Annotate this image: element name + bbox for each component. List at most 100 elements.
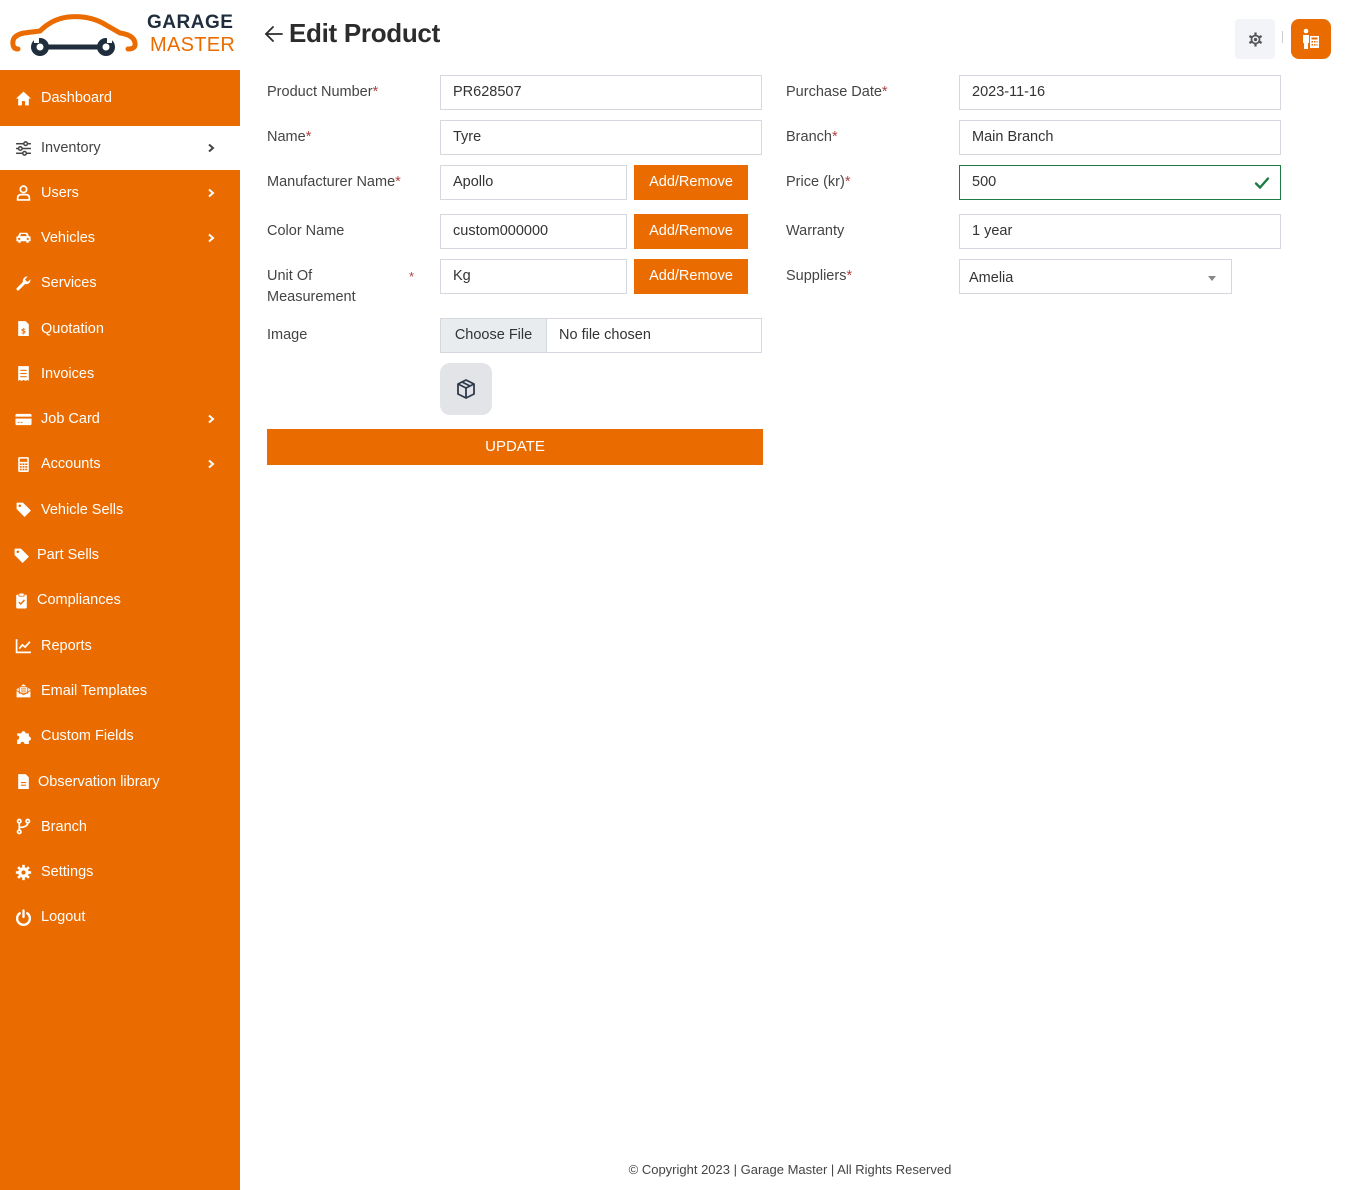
calculator-icon bbox=[13, 455, 33, 473]
header-divider bbox=[1282, 31, 1283, 43]
file-status: No file chosen bbox=[559, 327, 651, 343]
code-branch-icon bbox=[13, 818, 33, 836]
clipboard-check-icon bbox=[11, 591, 31, 609]
chevron-right-icon bbox=[206, 188, 216, 198]
sidebar-item-job-card[interactable]: Job Card bbox=[0, 396, 240, 441]
sidebar-item-part-sells[interactable]: Part Sells bbox=[0, 532, 240, 577]
product-number-input[interactable]: PR628507 bbox=[440, 75, 762, 110]
sidebar-item-settings[interactable]: Settings bbox=[0, 849, 240, 894]
unit-label: Unit Of Measurement bbox=[267, 268, 356, 305]
sidebar-item-branch[interactable]: Branch bbox=[0, 804, 240, 849]
power-icon bbox=[13, 908, 33, 926]
unit-input[interactable]: Kg bbox=[440, 259, 627, 294]
footer-copyright: © Copyright 2023 | Garage Master | All R… bbox=[628, 1162, 952, 1177]
logo[interactable]: GARAGE MASTER bbox=[0, 0, 240, 70]
user-icon bbox=[13, 184, 33, 202]
sidebar-item-label: Email Templates bbox=[41, 682, 148, 699]
chevron-right-icon bbox=[206, 143, 216, 153]
car-icon bbox=[13, 229, 33, 247]
tag-icon bbox=[11, 546, 31, 564]
svg-text:$: $ bbox=[20, 326, 25, 335]
warranty-label: Warranty bbox=[786, 223, 845, 239]
chevron-right-icon bbox=[206, 233, 216, 243]
sidebar-item-vehicles[interactable]: Vehicles bbox=[0, 215, 240, 260]
page-title: Edit Product bbox=[289, 18, 440, 48]
sidebar-item-invoices[interactable]: Invoices bbox=[0, 351, 240, 396]
unit-required-mark: * bbox=[409, 269, 415, 284]
sidebar-item-vehicle-sells[interactable]: Vehicle Sells bbox=[0, 487, 240, 532]
sidebar-item-label: Quotation bbox=[41, 320, 104, 337]
name-input[interactable]: Tyre bbox=[440, 120, 762, 155]
gear-icon bbox=[13, 863, 33, 881]
purchase-date-input[interactable]: 2023-11-16 bbox=[959, 75, 1281, 110]
sidebar-item-services[interactable]: Services bbox=[0, 261, 240, 306]
branch-input[interactable]: Main Branch bbox=[959, 120, 1281, 155]
sidebar-item-label: Part Sells bbox=[37, 547, 100, 564]
arrow-left-icon[interactable] bbox=[263, 23, 285, 45]
suppliers-selected: Amelia bbox=[969, 270, 1014, 286]
sidebar: GARAGE MASTER Dashboard Inventory Users … bbox=[0, 0, 240, 1190]
product-number-label: Product Number* bbox=[267, 84, 379, 100]
sidebar-item-label: Custom Fields bbox=[41, 728, 134, 745]
caret-down-icon bbox=[1208, 276, 1216, 281]
sidebar-item-accounts[interactable]: Accounts bbox=[0, 442, 240, 487]
sidebar-item-dashboard[interactable]: Dashboard bbox=[0, 70, 240, 126]
sidebar-item-label: Services bbox=[41, 275, 97, 292]
sidebar-item-label: Observation library bbox=[38, 773, 160, 790]
purchase-date-label: Purchase Date* bbox=[786, 84, 888, 100]
price-label: Price (kr)* bbox=[786, 174, 851, 190]
manufacturer-add-remove-button[interactable]: Add/Remove bbox=[634, 165, 748, 200]
car-wrench-logo-icon bbox=[10, 14, 138, 56]
wrench-icon bbox=[13, 274, 33, 292]
sidebar-item-label: Compliances bbox=[37, 592, 121, 609]
sidebar-item-label: Reports bbox=[41, 637, 92, 654]
sidebar-item-label: Branch bbox=[41, 818, 87, 835]
sidebar-item-label: Dashboard bbox=[41, 90, 112, 106]
branch-label: Branch* bbox=[786, 129, 838, 145]
sliders-icon bbox=[13, 139, 33, 157]
credit-card-icon bbox=[13, 410, 33, 428]
manufacturer-input[interactable]: Apollo bbox=[440, 165, 627, 200]
price-input[interactable]: 500 bbox=[959, 165, 1281, 200]
sidebar-item-reports[interactable]: Reports bbox=[0, 623, 240, 668]
envelope-open-icon bbox=[13, 682, 33, 700]
sidebar-item-inventory[interactable]: Inventory bbox=[0, 126, 240, 170]
brand-name: GARAGE MASTER bbox=[147, 12, 235, 56]
brand-line1: GARAGE bbox=[147, 12, 234, 33]
suppliers-select[interactable]: Amelia bbox=[959, 259, 1232, 294]
image-label: Image bbox=[267, 327, 308, 343]
color-label: Color Name bbox=[267, 223, 345, 239]
sidebar-item-label: Logout bbox=[41, 909, 86, 926]
unit-add-remove-button[interactable]: Add/Remove bbox=[634, 259, 748, 294]
name-label: Name* bbox=[267, 129, 312, 145]
choose-file-button[interactable]: Choose File bbox=[441, 319, 547, 352]
sidebar-nav: Dashboard Inventory Users Vehicles Servi… bbox=[0, 70, 240, 940]
sidebar-item-observation-library[interactable]: Observation library bbox=[0, 759, 240, 804]
gear-icon bbox=[1248, 31, 1262, 47]
sidebar-item-compliances[interactable]: Compliances bbox=[0, 578, 240, 623]
sidebar-item-custom-fields[interactable]: Custom Fields bbox=[0, 714, 240, 759]
box-icon bbox=[457, 379, 475, 399]
user-profile-button[interactable] bbox=[1291, 19, 1331, 59]
document-icon bbox=[13, 773, 33, 791]
sidebar-item-email-templates[interactable]: Email Templates bbox=[0, 668, 240, 713]
price-value: 500 bbox=[972, 174, 997, 190]
warranty-input[interactable]: 1 year bbox=[959, 214, 1281, 249]
color-add-remove-button[interactable]: Add/Remove bbox=[634, 214, 748, 249]
color-input[interactable]: custom000000 bbox=[440, 214, 627, 249]
user-accountant-icon bbox=[1303, 28, 1319, 49]
chevron-right-icon bbox=[206, 414, 216, 424]
home-icon bbox=[13, 89, 33, 107]
sidebar-item-logout[interactable]: Logout bbox=[0, 895, 240, 940]
sidebar-item-users[interactable]: Users bbox=[0, 170, 240, 215]
manufacturer-label: Manufacturer Name* bbox=[267, 174, 401, 190]
settings-button[interactable] bbox=[1235, 19, 1275, 59]
checkmark-icon bbox=[1254, 177, 1270, 190]
suppliers-label: Suppliers* bbox=[786, 268, 853, 284]
update-button[interactable]: UPDATE bbox=[267, 429, 763, 465]
image-thumbnail bbox=[440, 363, 492, 415]
sidebar-item-quotation[interactable]: $ Quotation bbox=[0, 306, 240, 351]
sidebar-item-label: Invoices bbox=[41, 365, 95, 382]
brand-line2: MASTER bbox=[150, 34, 236, 56]
image-file-input[interactable]: Choose File No file chosen bbox=[440, 318, 762, 353]
